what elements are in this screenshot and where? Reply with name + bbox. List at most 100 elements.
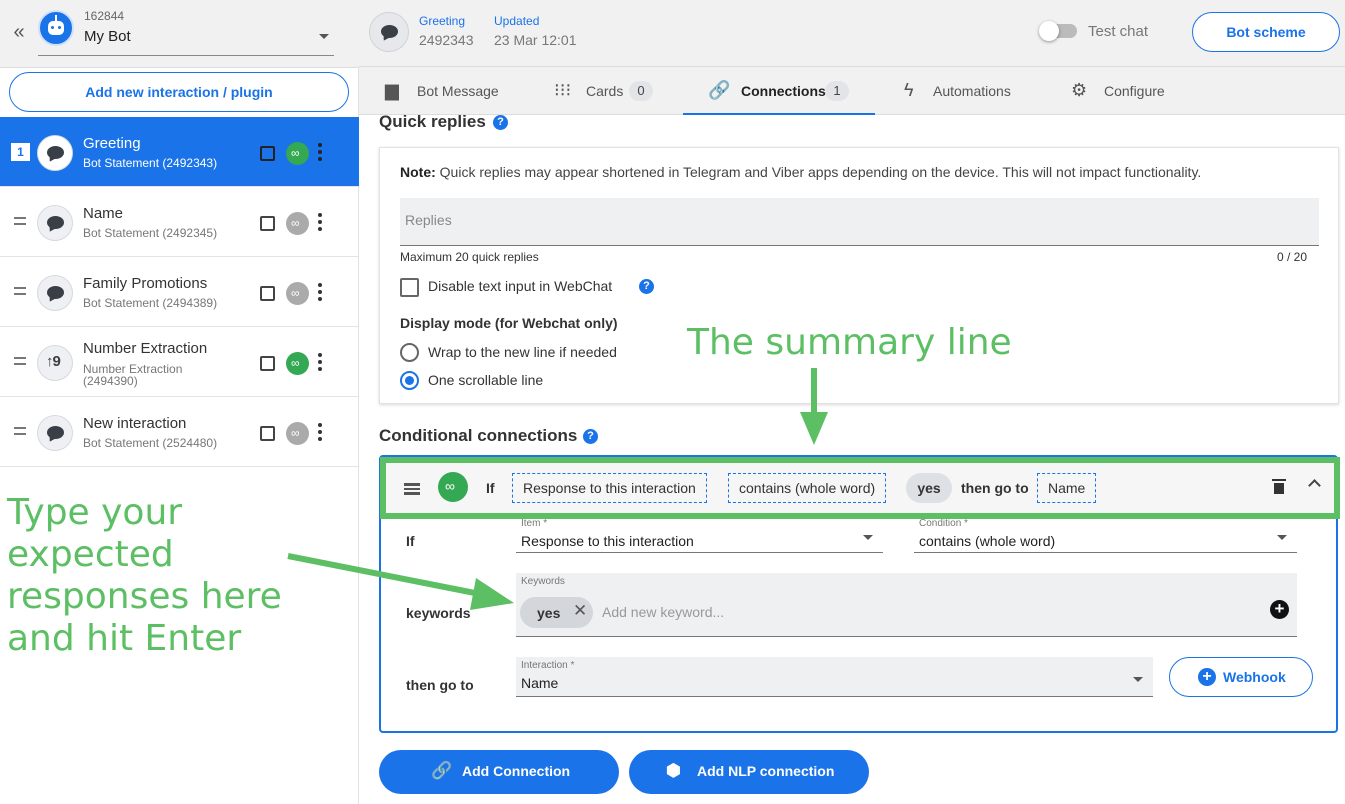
field-label: Interaction * [521, 660, 575, 671]
plus-icon: + [1198, 668, 1216, 686]
field-value: contains (whole word) [919, 533, 1056, 549]
max-replies-hint: Maximum 20 quick replies [400, 250, 539, 264]
interaction-select[interactable]: Interaction * Name [516, 657, 1153, 697]
cubes-icon: ⬢ [666, 761, 681, 780]
bot-scheme-button[interactable]: Bot scheme [1192, 12, 1340, 52]
more-options-icon[interactable] [318, 143, 324, 163]
chat-bubble-icon [37, 415, 73, 451]
summary-annotation: The summary line [687, 322, 1012, 363]
drag-handle-icon[interactable] [14, 427, 26, 435]
tab-automations[interactable]: ϟ Automations [889, 67, 1029, 115]
sidebar-item-name[interactable]: Name Bot Statement (2492345) ∞ [0, 187, 359, 257]
link-icon[interactable]: ∞ [286, 422, 309, 445]
sidebar-item-subtitle: Number Extraction (2494390) [83, 362, 183, 388]
sidebar-item-title: Name [83, 205, 124, 222]
drag-handle-icon[interactable] [14, 217, 26, 225]
more-options-icon[interactable] [318, 423, 324, 443]
disable-text-input-label: Disable text input in WebChat [428, 278, 613, 294]
tab-bar: ▆ Bot Message ⁝⁝⁝ Cards 0 🔗 Connections … [359, 67, 1345, 115]
link-icon[interactable]: ∞ [286, 142, 309, 165]
tab-count-badge: 0 [629, 81, 653, 101]
drag-handle-icon[interactable] [14, 287, 26, 295]
replies-input[interactable]: Replies [400, 198, 1319, 246]
tab-bot-message[interactable]: ▆ Bot Message [359, 67, 529, 115]
select-checkbox[interactable] [260, 286, 275, 301]
tab-label: Automations [933, 83, 1011, 99]
sidebar-item-subtitle: Bot Statement (2524480) [83, 436, 218, 450]
select-checkbox[interactable] [260, 426, 275, 441]
scrollable-line-label: One scrollable line [428, 372, 544, 388]
sidebar-item-subtitle: Bot Statement (2492345) [83, 226, 218, 240]
bot-select[interactable]: My Bot [84, 28, 131, 45]
updated-label: Updated [494, 14, 540, 28]
tab-label: Configure [1104, 83, 1165, 99]
condition-select[interactable]: Condition * contains (whole word) [914, 515, 1297, 553]
chevron-down-icon [1277, 535, 1287, 540]
scrollable-line-radio[interactable] [400, 371, 419, 390]
chevron-down-icon [1133, 677, 1143, 682]
keyword-chip: yes ✕ [520, 597, 593, 628]
sidebar-item-greeting[interactable]: 1 Greeting Bot Statement (2492343) ∞ [0, 117, 359, 187]
close-icon[interactable]: ✕ [573, 601, 587, 621]
add-connection-button[interactable]: 🔗 Add Connection [379, 750, 619, 794]
field-label: Condition * [919, 518, 968, 529]
field-label: Keywords [521, 576, 565, 587]
more-options-icon[interactable] [318, 213, 324, 233]
field-label: Item * [521, 518, 548, 529]
bot-id: 162844 [84, 9, 125, 23]
grid-icon: ⁝⁝⁝ [554, 80, 572, 100]
field-value: Response to this interaction [521, 533, 694, 549]
select-checkbox[interactable] [260, 146, 275, 161]
sidebar-item-subtitle: Bot Statement (2492343) [83, 156, 218, 170]
sidebar-item-title: Greeting [83, 135, 141, 152]
tab-cards[interactable]: ⁝⁝⁝ Cards 0 [539, 67, 669, 115]
sidebar-item-new-interaction[interactable]: New interaction Bot Statement (2524480) … [0, 397, 359, 467]
wrap-line-label: Wrap to the new line if needed [428, 344, 617, 360]
add-connection-label: Add Connection [462, 763, 571, 779]
updated-value: 23 Mar 12:01 [494, 32, 577, 48]
sidebar-item-title: New interaction [83, 415, 187, 432]
field-value: Name [521, 675, 559, 691]
item-select[interactable]: Item * Response to this interaction [516, 515, 883, 553]
gear-icon: ⚙ [1071, 80, 1088, 100]
sidebar-item-family-promotions[interactable]: Family Promotions Bot Statement (2494389… [0, 257, 359, 327]
help-icon[interactable]: ? [493, 115, 508, 130]
more-options-icon[interactable] [318, 283, 324, 303]
help-icon[interactable]: ? [583, 429, 598, 444]
disable-text-input-checkbox[interactable] [400, 278, 419, 297]
drag-handle-icon[interactable] [14, 357, 26, 365]
replies-counter: 0 / 20 [1276, 250, 1307, 264]
bolt-icon: ϟ [904, 80, 914, 100]
keyword-chip-text: yes [537, 605, 561, 621]
keyword-placeholder[interactable]: Add new keyword... [602, 604, 724, 620]
select-checkbox[interactable] [260, 216, 275, 231]
chat-bubble-icon [369, 12, 409, 52]
add-keyword-icon[interactable]: + [1270, 600, 1289, 619]
add-interaction-button[interactable]: Add new interaction / plugin [9, 72, 349, 112]
add-nlp-connection-button[interactable]: ⬢ Add NLP connection [629, 750, 869, 794]
chat-bubble-icon [37, 135, 73, 171]
link-icon[interactable]: ∞ [286, 282, 309, 305]
tab-configure[interactable]: ⚙ Configure [1059, 67, 1189, 115]
keywords-input[interactable]: Keywords yes ✕ Add new keyword... + [516, 573, 1297, 637]
tab-connections[interactable]: 🔗 Connections 1 [683, 67, 875, 115]
more-options-icon[interactable] [318, 353, 324, 373]
chevron-down-icon[interactable] [319, 34, 329, 39]
tab-count-badge: 1 [825, 81, 849, 101]
tab-label: Connections [741, 83, 826, 99]
select-checkbox[interactable] [260, 356, 275, 371]
wrap-line-radio[interactable] [400, 343, 419, 362]
chat-bubble-icon [37, 275, 73, 311]
webhook-button[interactable]: + Webhook [1169, 657, 1313, 697]
link-icon[interactable]: ∞ [286, 212, 309, 235]
link-icon[interactable]: ∞ [286, 352, 309, 375]
quick-replies-card: Note: Quick replies may appear shortened… [379, 147, 1339, 404]
help-icon[interactable]: ? [639, 279, 654, 294]
link-icon: 🔗 [431, 761, 453, 780]
note-label: Note: [400, 164, 436, 180]
collapse-sidebar-icon[interactable]: « [9, 20, 29, 44]
test-chat-toggle[interactable] [1039, 21, 1077, 41]
display-mode-title: Display mode (for Webchat only) [400, 315, 618, 331]
sidebar-item-number-extraction[interactable]: ↑9 Number Extraction Number Extraction (… [0, 327, 359, 397]
replies-placeholder: Replies [405, 212, 452, 228]
